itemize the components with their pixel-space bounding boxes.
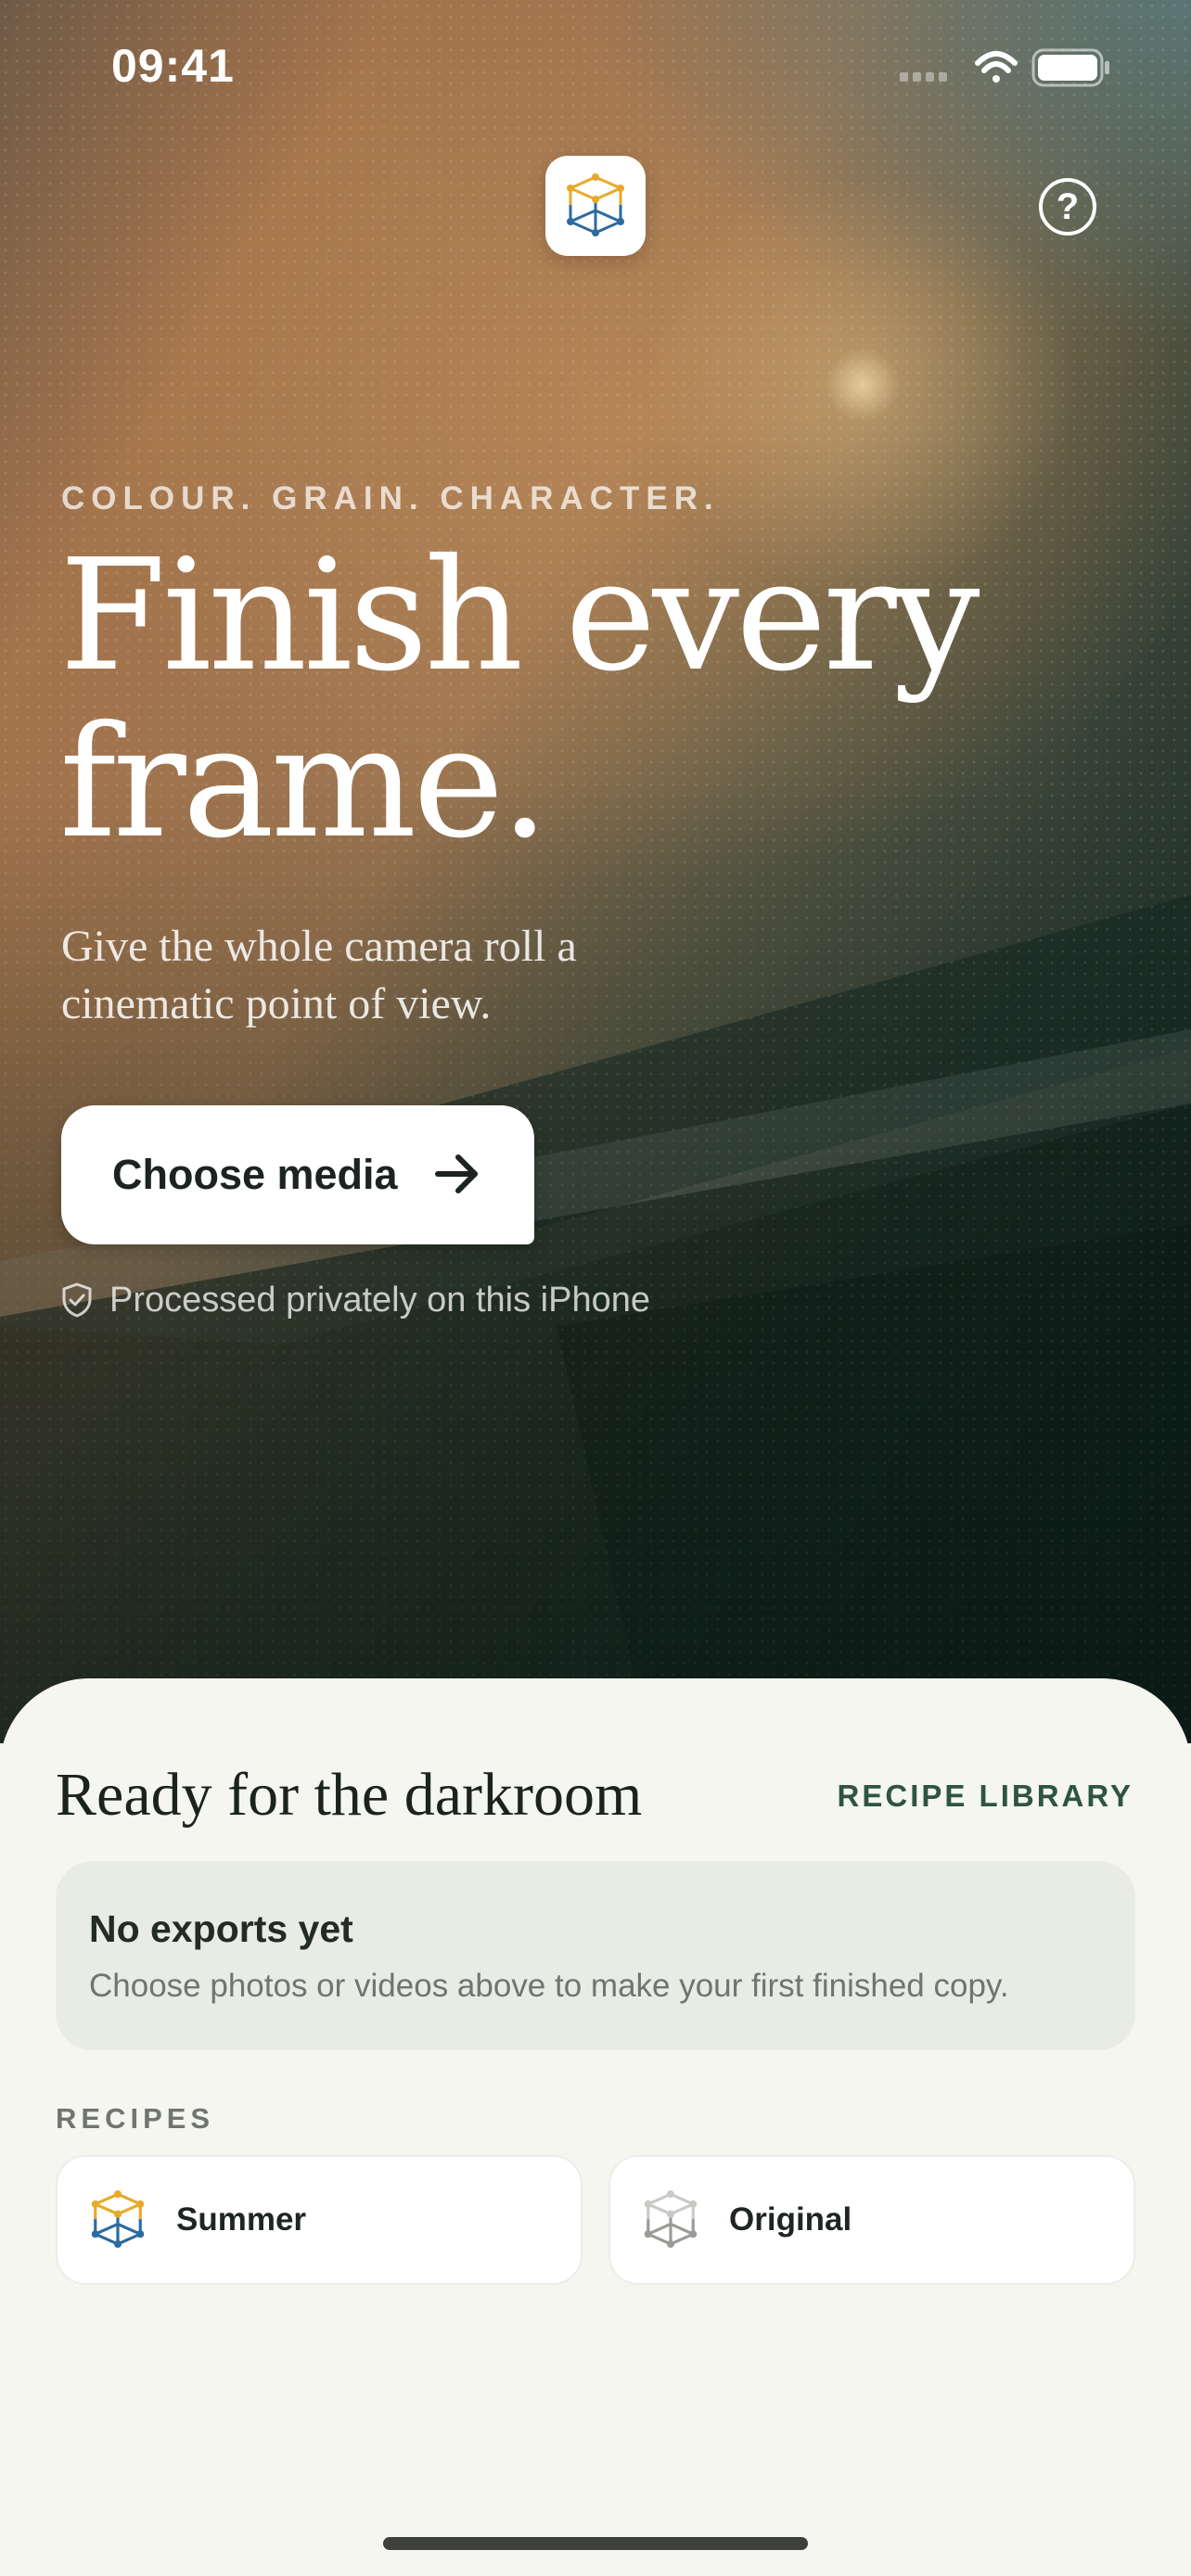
hero-headline: Finish every frame.	[59, 533, 1126, 867]
choose-media-label: Choose media	[112, 1151, 398, 1198]
hero-eyebrow: COLOUR. GRAIN. CHARACTER.	[61, 480, 720, 516]
recipe-name: Summer	[176, 2201, 307, 2238]
cellular-icon	[900, 72, 947, 82]
privacy-note: Processed privately on this iPhone	[61, 1280, 650, 1320]
bottom-sheet: Ready for the darkroom RECIPE LIBRARY No…	[0, 1678, 1191, 2576]
question-circle-icon: ?	[1056, 185, 1080, 227]
recipe-card-original[interactable]: Original	[608, 2155, 1135, 2285]
subcopy-line-2: cinematic point of view.	[61, 979, 492, 1028]
cube-gray-icon	[644, 2190, 698, 2249]
cube-color-icon	[91, 2190, 145, 2249]
battery-icon	[1031, 48, 1109, 87]
recipes-section-label: RECIPES	[56, 2102, 215, 2135]
headline-line-2: frame.	[59, 694, 549, 873]
wifi-icon	[975, 51, 1018, 83]
shield-check-icon	[62, 1282, 92, 1318]
empty-exports-card: No exports yet Choose photos or videos a…	[56, 1861, 1135, 2050]
subcopy-line-1: Give the whole camera roll a	[61, 922, 577, 971]
headline-line-1: Finish every	[59, 527, 980, 706]
empty-exports-text: Choose photos or videos above to make yo…	[89, 1968, 1009, 2004]
privacy-text: Processed privately on this iPhone	[109, 1280, 650, 1320]
status-time: 09:41	[111, 40, 235, 92]
recipe-library-link[interactable]: RECIPE LIBRARY	[838, 1779, 1133, 1814]
home-indicator[interactable]	[383, 2537, 808, 2550]
recipe-card-summer[interactable]: Summer	[56, 2155, 583, 2285]
arrow-right-icon	[435, 1154, 478, 1193]
choose-media-button[interactable]: Choose media	[61, 1105, 534, 1244]
cube-logo-icon	[545, 156, 646, 256]
empty-exports-title: No exports yet	[89, 1907, 353, 1950]
sheet-title: Ready for the darkroom	[56, 1761, 643, 1829]
recipe-name: Original	[729, 2201, 852, 2238]
hero-subcopy: Give the whole camera roll a cinematic p…	[61, 918, 729, 1033]
status-icons	[900, 48, 1109, 87]
help-button[interactable]: ?	[1039, 178, 1096, 236]
